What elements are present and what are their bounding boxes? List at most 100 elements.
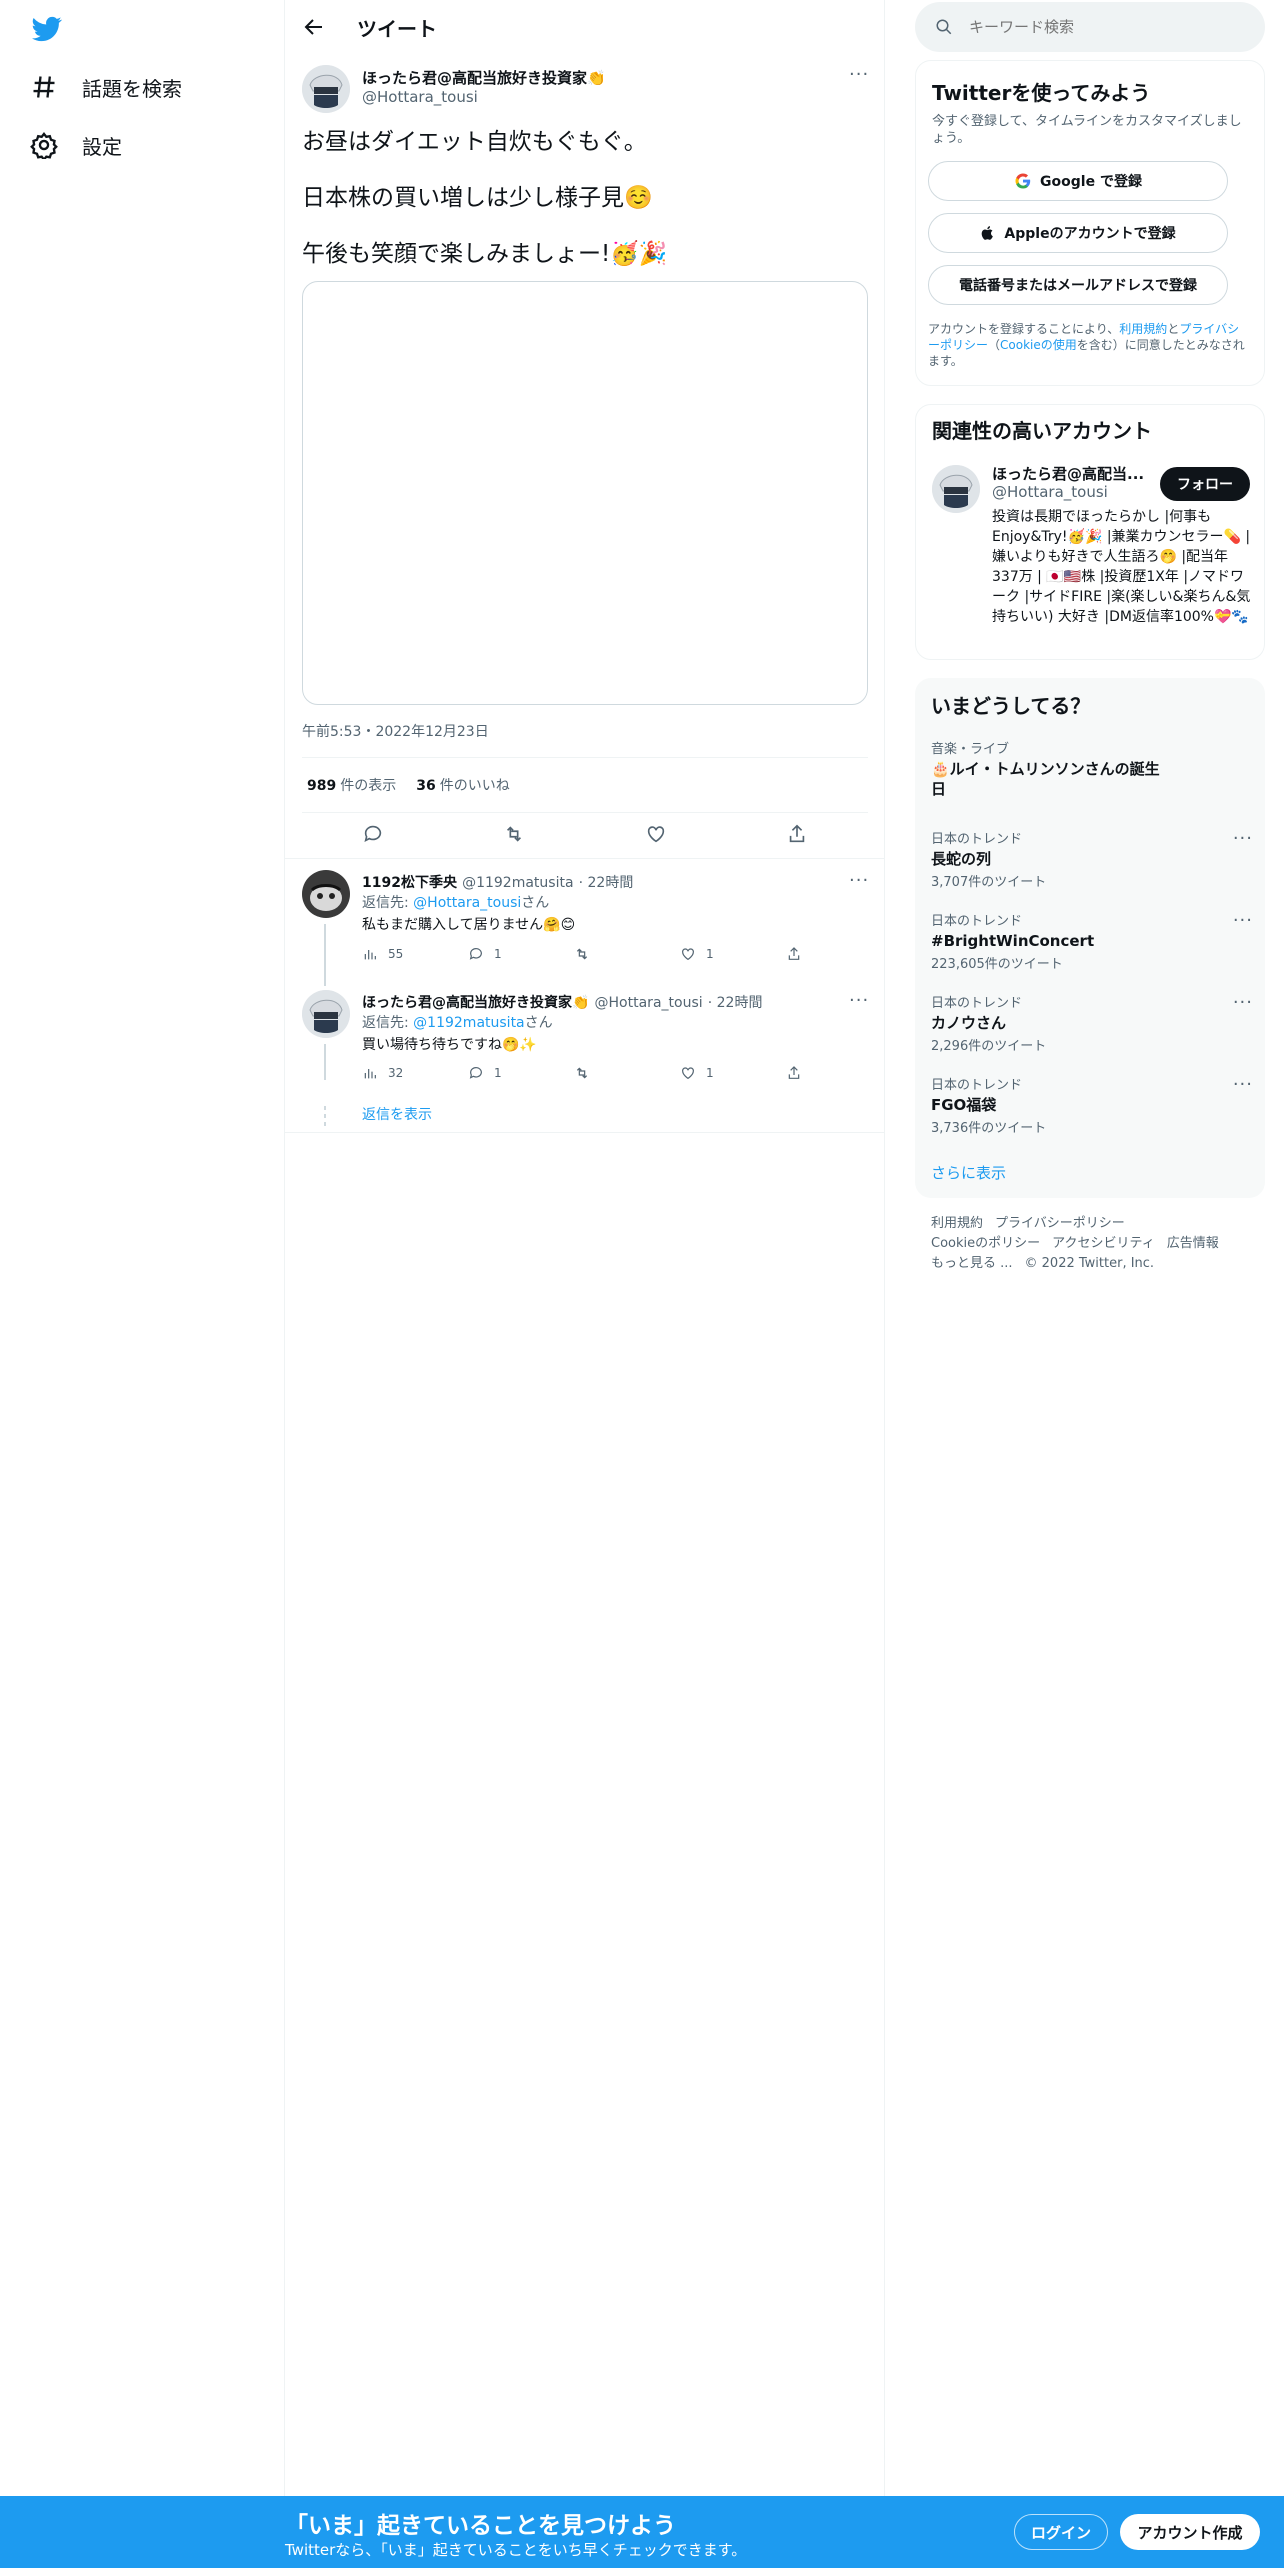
legal-text: と <box>1167 322 1180 336</box>
trend-item[interactable]: 日本のトレンド #BrightWinConcert 223,605件のツイート … <box>931 910 1253 972</box>
apple-signup-button[interactable]: Appleのアカウントで登録 <box>928 213 1228 253</box>
related-handle[interactable]: @Hottara_tousi <box>992 483 1108 501</box>
search-input[interactable] <box>969 18 1229 36</box>
reply-author-handle[interactable]: @1192matusita <box>462 875 573 891</box>
like-icon[interactable] <box>645 823 667 845</box>
tweet-timestamp[interactable]: 午前5:53・2022年12月23日 <box>302 721 489 741</box>
signup-card: Twitterを使ってみよう 今すぐ登録して、タイムラインをカスタマイズしましょ… <box>915 60 1265 386</box>
signup-title: Twitterを使ってみよう <box>932 81 1151 105</box>
related-avatar[interactable] <box>932 465 980 513</box>
footer-link[interactable]: 広告情報 <box>1167 1236 1219 1251</box>
reply-icon <box>469 1067 482 1079</box>
likes-stat[interactable]: 36 件のいいね <box>416 775 509 795</box>
trend-item[interactable]: 音楽・ライブ 🎂ルイ・トムリンソンさんの誕生日 <box>931 738 1253 799</box>
left-navigation: 話題を検索 設定 <box>0 0 285 2496</box>
google-signup-button[interactable]: Google で登録 <box>928 161 1228 201</box>
more-options-icon[interactable]: ··· <box>1233 1074 1253 1095</box>
follow-button[interactable]: フォロー <box>1160 467 1250 501</box>
tweet-media[interactable] <box>302 281 868 705</box>
cookie-link[interactable]: Cookieの使用 <box>1000 338 1077 352</box>
reply-to: 返信先: @Hottara_tousiさん <box>362 893 549 914</box>
signup-banner: 「いま」起きていることを見つけよう Twitterなら、「いま」起きていることを… <box>0 2496 1284 2568</box>
trend-category: 音楽・ライブ <box>931 742 1010 757</box>
reply-to-prefix: 返信先: <box>362 895 414 911</box>
search-bar[interactable] <box>915 2 1265 52</box>
nav-item-explore[interactable]: 話題を検索 <box>30 67 182 107</box>
back-arrow-icon[interactable] <box>302 15 326 39</box>
trend-name: カノウさん <box>931 1014 1007 1032</box>
retweet-stat[interactable] <box>574 1065 680 1081</box>
reply-author-name[interactable]: ほったら君@高配当旅好き投資家👏 <box>362 995 589 1011</box>
reply-tweet[interactable]: 1192松下季央 @1192matusita · 22時間 ··· 返信先: @… <box>285 858 885 986</box>
views-stat[interactable]: 55 <box>362 946 468 962</box>
like-stat[interactable]: 1 <box>680 946 786 962</box>
author-handle[interactable]: @Hottara_tousi <box>362 88 478 106</box>
create-account-button[interactable]: アカウント作成 <box>1120 2514 1260 2550</box>
apple-signup-label: Appleのアカウントで登録 <box>1004 226 1176 242</box>
author-avatar[interactable] <box>302 65 350 113</box>
tweet-text-line: お昼はダイエット自炊もぐもぐ。 <box>302 129 647 155</box>
trend-name: FGO福袋 <box>931 1096 997 1114</box>
avatar-image <box>302 990 350 1038</box>
more-options-icon[interactable]: ··· <box>1233 828 1253 849</box>
reply-time[interactable]: · 22時間 <box>708 995 763 1011</box>
trend-count: 2,296件のツイート <box>931 1039 1047 1054</box>
share-icon[interactable] <box>786 823 808 845</box>
thread-dot <box>324 1106 326 1110</box>
reply-icon[interactable] <box>362 823 384 845</box>
page: 話題を検索 設定 ツイート ほったら君@高配当旅好き投資家👏 @Hottara_… <box>0 0 1284 2568</box>
banner-title: 「いま」起きていることを見つけよう <box>285 2513 676 2539</box>
likes-count: 36 <box>416 778 436 794</box>
more-options-icon[interactable]: ··· <box>849 64 869 85</box>
footer-link[interactable]: もっと見る ... <box>931 1256 1013 1271</box>
reply-text: 買い場待ち待ちですね🤭✨ <box>362 1037 537 1053</box>
trend-count: 3,707件のツイート <box>931 875 1047 890</box>
show-more-link[interactable]: さらに表示 <box>931 1162 1006 1183</box>
tweet-text-line: 日本株の買い増しは少し様子見☺️ <box>302 185 653 211</box>
share-stat[interactable] <box>786 946 892 962</box>
retweet-stat[interactable] <box>574 946 680 962</box>
footer-link[interactable]: プライバシーポリシー <box>995 1216 1125 1231</box>
related-name[interactable]: ほったら君@高配当... <box>992 463 1152 484</box>
show-replies-link[interactable]: 返信を表示 <box>362 1104 432 1124</box>
reply-text: 私もまだ購入して居りません🤗😊 <box>362 917 576 933</box>
login-button[interactable]: ログイン <box>1014 2514 1108 2550</box>
reply-to-link[interactable]: @1192matusita <box>413 1015 524 1031</box>
author-name[interactable]: ほったら君@高配当旅好き投資家👏 <box>362 67 606 88</box>
reply-stat[interactable]: 1 <box>468 946 574 962</box>
like-stat[interactable]: 1 <box>680 1065 786 1081</box>
reply-to-link[interactable]: @Hottara_tousi <box>413 895 521 911</box>
divider <box>302 757 868 758</box>
reply-author-handle[interactable]: @Hottara_tousi <box>595 995 703 1011</box>
trend-item[interactable]: 日本のトレンド カノウさん 2,296件のツイート ··· <box>931 992 1253 1054</box>
reply-avatar[interactable] <box>302 870 350 918</box>
terms-link[interactable]: 利用規約 <box>1119 322 1167 336</box>
more-options-icon[interactable]: ··· <box>1233 910 1253 931</box>
nav-item-label: 話題を検索 <box>82 76 182 101</box>
footer-link[interactable]: 利用規約 <box>931 1216 983 1231</box>
more-options-icon[interactable]: ··· <box>1233 992 1253 1013</box>
reply-author-name[interactable]: 1192松下季央 <box>362 875 457 891</box>
twitter-logo-icon[interactable] <box>32 14 62 44</box>
reply-tweet[interactable]: ほったら君@高配当旅好き投資家👏 @Hottara_tousi · 22時間 ·… <box>285 982 885 1132</box>
related-accounts-card: 関連性の高いアカウント ほったら君@高配当... @Hottara_tousi … <box>915 404 1265 660</box>
reply-to: 返信先: @1192matusitaさん <box>362 1013 553 1034</box>
footer-link[interactable]: アクセシビリティ <box>1052 1236 1155 1251</box>
footer-link[interactable]: Cookieのポリシー <box>931 1236 1040 1251</box>
retweet-icon[interactable] <box>503 823 525 845</box>
share-stat[interactable] <box>786 1065 892 1081</box>
phone-email-signup-button[interactable]: 電話番号またはメールアドレスで登録 <box>928 265 1228 305</box>
more-options-icon[interactable]: ··· <box>849 990 869 1011</box>
nav-item-settings[interactable]: 設定 <box>30 125 122 165</box>
views-stat[interactable]: 32 <box>362 1065 468 1081</box>
trend-item[interactable]: 日本のトレンド FGO福袋 3,736件のツイート ··· <box>931 1074 1253 1136</box>
more-options-icon[interactable]: ··· <box>849 870 869 891</box>
reply-avatar[interactable] <box>302 990 350 1038</box>
reply-header: 1192松下季央 @1192matusita · 22時間 <box>362 872 633 892</box>
reply-time[interactable]: · 22時間 <box>579 875 634 891</box>
trend-item[interactable]: 日本のトレンド 長蛇の列 3,707件のツイート ··· <box>931 828 1253 890</box>
trends-title: いまどうしてる？ <box>931 694 1091 718</box>
trend-count: 223,605件のツイート <box>931 957 1063 972</box>
reply-stat[interactable]: 1 <box>468 1065 574 1081</box>
views-count: 55 <box>388 947 404 961</box>
